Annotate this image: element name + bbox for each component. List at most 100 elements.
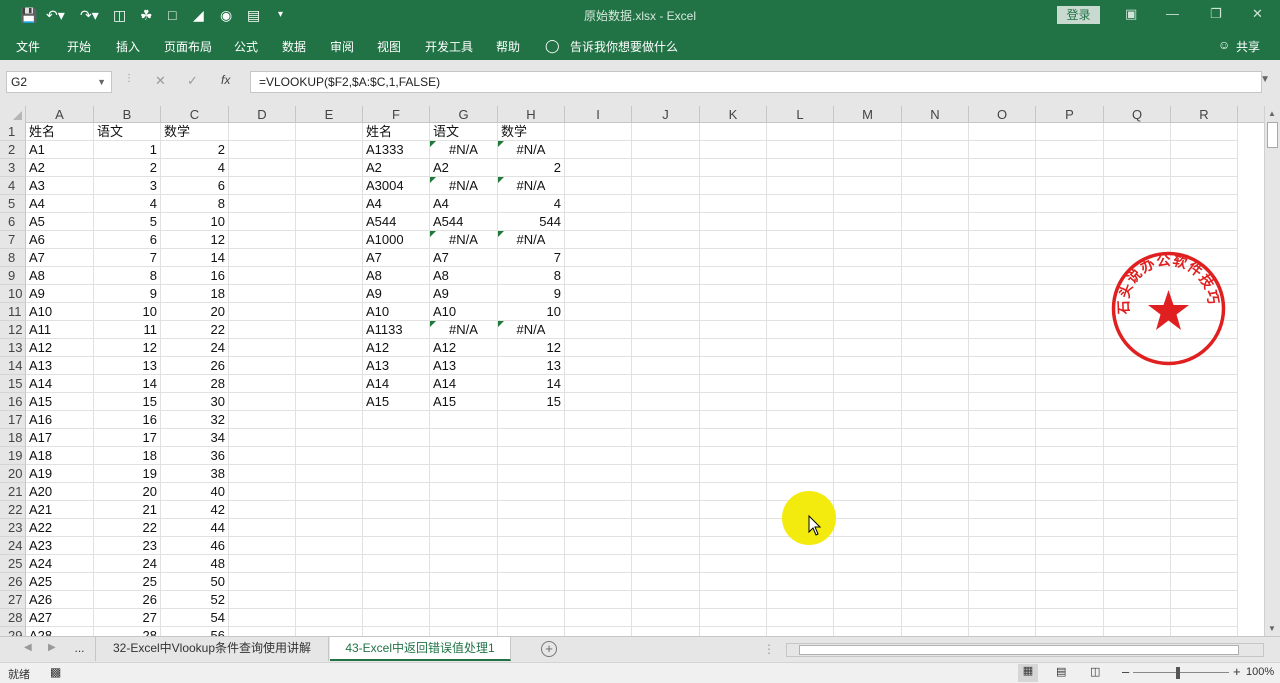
cell-h[interactable] xyxy=(498,411,565,429)
cell-k[interactable] xyxy=(700,537,767,555)
cell-q[interactable] xyxy=(1104,375,1171,393)
column-header-e[interactable]: E xyxy=(296,106,363,123)
cell-j[interactable] xyxy=(632,537,700,555)
cell-p[interactable] xyxy=(1036,465,1104,483)
cell-j[interactable] xyxy=(632,231,700,249)
column-header-j[interactable]: J xyxy=(632,106,700,123)
cell-k[interactable] xyxy=(700,339,767,357)
cell-o[interactable] xyxy=(969,195,1036,213)
cell-h[interactable] xyxy=(498,465,565,483)
cell-m[interactable] xyxy=(834,267,902,285)
cell-a[interactable]: A19 xyxy=(26,465,94,483)
cell-o[interactable] xyxy=(969,321,1036,339)
cell-c[interactable]: 14 xyxy=(161,249,229,267)
cell-h[interactable] xyxy=(498,573,565,591)
cell-g[interactable]: A10 xyxy=(430,303,498,321)
column-header-k[interactable]: K xyxy=(700,106,767,123)
zoom-out-icon[interactable]: – xyxy=(1122,664,1129,679)
cell-e[interactable] xyxy=(296,231,363,249)
cell-j[interactable] xyxy=(632,321,700,339)
cell-c[interactable]: 50 xyxy=(161,573,229,591)
cell-c[interactable]: 数学 xyxy=(161,123,229,141)
cell-h[interactable] xyxy=(498,609,565,627)
cell-m[interactable] xyxy=(834,483,902,501)
cell-r[interactable] xyxy=(1171,501,1238,519)
cell-g[interactable]: A7 xyxy=(430,249,498,267)
row-header[interactable]: 11 xyxy=(0,303,26,321)
cell-a[interactable]: A12 xyxy=(26,339,94,357)
cell-i[interactable] xyxy=(565,393,632,411)
cell-c[interactable]: 30 xyxy=(161,393,229,411)
cell-p[interactable] xyxy=(1036,339,1104,357)
cell-e[interactable] xyxy=(296,177,363,195)
expand-formula-icon[interactable]: ▼ xyxy=(1260,74,1270,85)
error-indicator-icon[interactable] xyxy=(498,321,504,327)
cell-f[interactable]: A9 xyxy=(363,285,430,303)
macro-record-icon[interactable]: ▩ xyxy=(50,665,61,679)
cell-n[interactable] xyxy=(902,483,969,501)
minimize-icon[interactable]: — xyxy=(1166,6,1179,21)
cell-j[interactable] xyxy=(632,285,700,303)
cell-e[interactable] xyxy=(296,213,363,231)
cell-h[interactable]: #N/A xyxy=(498,321,565,339)
cell-o[interactable] xyxy=(969,375,1036,393)
column-header-q[interactable]: Q xyxy=(1104,106,1171,123)
cell-p[interactable] xyxy=(1036,321,1104,339)
cell-p[interactable] xyxy=(1036,609,1104,627)
cell-e[interactable] xyxy=(296,267,363,285)
cell-p[interactable] xyxy=(1036,195,1104,213)
zoom-level[interactable]: 100% xyxy=(1246,666,1274,678)
cell-g[interactable] xyxy=(430,591,498,609)
cell-k[interactable] xyxy=(700,159,767,177)
cell-j[interactable] xyxy=(632,555,700,573)
cell-g[interactable]: A9 xyxy=(430,285,498,303)
cell-h[interactable]: 13 xyxy=(498,357,565,375)
scroll-tabs-left-icon[interactable]: ◀ xyxy=(24,642,32,653)
cell-k[interactable] xyxy=(700,267,767,285)
cell-o[interactable] xyxy=(969,627,1036,636)
cell-i[interactable] xyxy=(565,465,632,483)
tab-file[interactable]: 文件 xyxy=(16,38,40,55)
cell-e[interactable] xyxy=(296,141,363,159)
cell-r[interactable] xyxy=(1171,195,1238,213)
cell-d[interactable] xyxy=(229,627,296,636)
scroll-tabs-right-icon[interactable]: ▶ xyxy=(48,642,56,653)
cell-c[interactable]: 8 xyxy=(161,195,229,213)
cell-o[interactable] xyxy=(969,357,1036,375)
cell-g[interactable] xyxy=(430,555,498,573)
cell-i[interactable] xyxy=(565,285,632,303)
cell-e[interactable] xyxy=(296,465,363,483)
cell-l[interactable] xyxy=(767,627,834,636)
cell-k[interactable] xyxy=(700,249,767,267)
cell-e[interactable] xyxy=(296,555,363,573)
cell-q[interactable] xyxy=(1104,177,1171,195)
cell-g[interactable] xyxy=(430,627,498,636)
cell-a[interactable]: A23 xyxy=(26,537,94,555)
cell-k[interactable] xyxy=(700,213,767,231)
cell-r[interactable] xyxy=(1171,231,1238,249)
cell-i[interactable] xyxy=(565,141,632,159)
cell-i[interactable] xyxy=(565,429,632,447)
cell-l[interactable] xyxy=(767,321,834,339)
cell-d[interactable] xyxy=(229,195,296,213)
cell-c[interactable]: 4 xyxy=(161,159,229,177)
cell-n[interactable] xyxy=(902,159,969,177)
cell-g[interactable] xyxy=(430,411,498,429)
cell-a[interactable]: A15 xyxy=(26,393,94,411)
cell-b[interactable]: 8 xyxy=(94,267,161,285)
cell-m[interactable] xyxy=(834,177,902,195)
cell-d[interactable] xyxy=(229,141,296,159)
cell-r[interactable] xyxy=(1171,537,1238,555)
cell-m[interactable] xyxy=(834,123,902,141)
cell-d[interactable] xyxy=(229,303,296,321)
row-header[interactable]: 6 xyxy=(0,213,26,231)
cell-f[interactable] xyxy=(363,483,430,501)
cell-m[interactable] xyxy=(834,627,902,636)
cell-n[interactable] xyxy=(902,429,969,447)
cell-p[interactable] xyxy=(1036,159,1104,177)
cell-a[interactable]: A11 xyxy=(26,321,94,339)
cell-f[interactable]: A14 xyxy=(363,375,430,393)
row-header[interactable]: 3 xyxy=(0,159,26,177)
cell-d[interactable] xyxy=(229,177,296,195)
cell-f[interactable]: 姓名 xyxy=(363,123,430,141)
